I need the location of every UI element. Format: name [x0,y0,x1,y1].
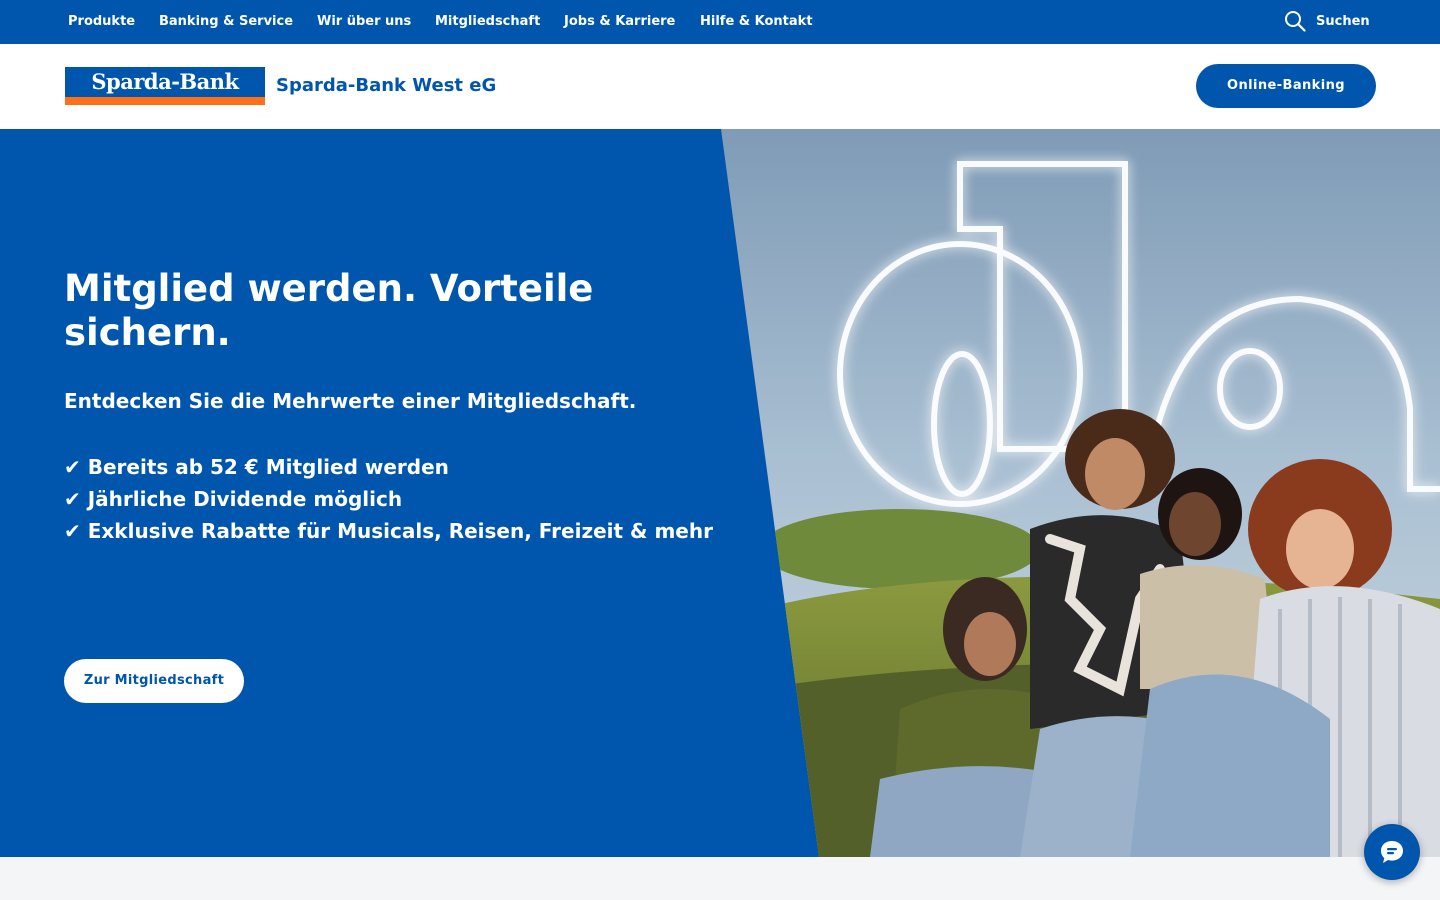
hero-subtitle: Entdecken Sie die Mehrwerte einer Mitgli… [64,389,637,413]
nav-item-produkte[interactable]: Produkte [68,0,135,44]
nav-item-jobs-karriere[interactable]: Jobs & Karriere [564,0,675,44]
top-navigation: Produkte Banking & Service Wir über uns … [0,0,1440,44]
nav-item-banking-service[interactable]: Banking & Service [159,0,293,44]
logo-text: Sparda-Bank [91,69,239,94]
search-button[interactable]: Suchen [1284,0,1394,44]
zur-mitgliedschaft-button[interactable]: Zur Mitgliedschaft [64,659,244,703]
bank-name: Sparda-Bank West eG [276,75,497,96]
logo-orange-bar [65,97,265,105]
chat-icon [1381,841,1403,863]
benefit-item: ✔ Jährliche Dividende möglich [64,487,403,511]
site-header: Sparda-Bank Sparda-Bank West eG Online-B… [0,44,1440,129]
hero-title: Mitglied werden. Vorteile sichern. [64,267,594,354]
chat-button[interactable] [1364,824,1420,880]
search-label: Suchen [1316,14,1370,29]
search-icon [1285,11,1306,32]
online-banking-button[interactable]: Online-Banking [1196,64,1376,108]
benefit-item: ✔ Exklusive Rabatte für Musicals, Reisen… [64,519,713,543]
benefit-item: ✔ Bereits ab 52 € Mitglied werden [64,455,449,479]
hero-banner: Mitglied werden. Vorteile sichern. Entde… [0,129,1440,857]
sparda-bank-logo[interactable]: Sparda-Bank [65,67,265,105]
nav-item-hilfe-kontakt[interactable]: Hilfe & Kontakt [700,0,813,44]
benefits-list: ✔ Bereits ab 52 € Mitglied werden ✔ Jähr… [64,451,724,547]
nav-item-wir-ueber-uns[interactable]: Wir über uns [317,0,411,44]
nav-item-mitgliedschaft[interactable]: Mitgliedschaft [435,0,540,44]
